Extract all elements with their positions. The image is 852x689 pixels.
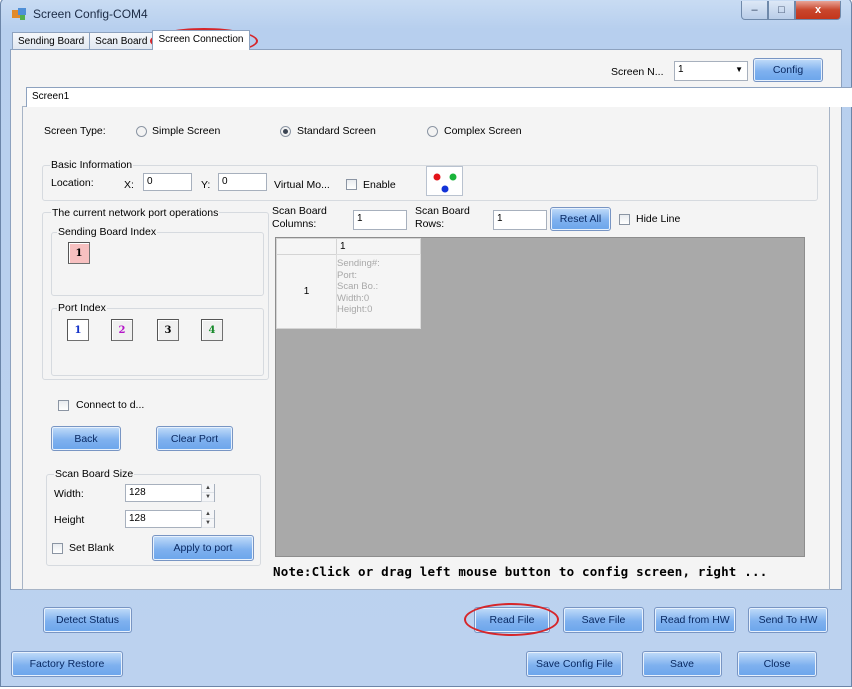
width-label: Width: [54, 488, 84, 500]
port-index-4[interactable]: 4 [201, 319, 223, 341]
screen-number-value: 1 [678, 64, 684, 75]
cell-height-label: Height:0 [337, 304, 373, 315]
hide-line-label: Hide Line [636, 213, 681, 225]
cell-port-label: Port: [337, 269, 358, 281]
grid-cell-1-1[interactable]: Sending#: Port: Scan Bo.: Width:0 Height… [336, 254, 421, 329]
read-file-button[interactable]: Read File [474, 607, 550, 633]
maximize-button[interactable]: □ [768, 1, 795, 20]
grid-column-header: 1 [336, 238, 421, 255]
save-config-file-button[interactable]: Save Config File [526, 651, 623, 677]
radio-standard-screen[interactable] [280, 126, 291, 137]
main-tabs: Sending Board Scan Board Screen Connecti… [12, 30, 250, 50]
scan-board-columns-input[interactable]: 1 [353, 210, 407, 230]
apply-to-port-button[interactable]: Apply to port [152, 535, 254, 561]
screen-number-select[interactable]: 1 ▼ [674, 61, 748, 81]
connect-label: Connect to d... [76, 399, 145, 411]
virtual-pixel-icon[interactable] [426, 166, 463, 196]
spin-up-icon[interactable]: ▲ [202, 510, 214, 519]
port-index-title: Port Index [57, 302, 107, 314]
close-button[interactable]: Close [737, 651, 817, 677]
close-window-button[interactable]: x [795, 1, 841, 20]
y-label: Y: [201, 179, 211, 191]
hide-line-checkbox[interactable] [619, 214, 630, 225]
complex-screen-label: Complex Screen [444, 125, 522, 137]
save-button[interactable]: Save [642, 651, 722, 677]
standard-screen-label: Standard Screen [297, 125, 376, 137]
scan-board-rows-input[interactable]: 1 [493, 210, 547, 230]
cell-scan-board-label: Scan Bo.: [337, 281, 379, 292]
enable-label: Enable [363, 179, 396, 191]
network-port-title: The current network port operations [51, 207, 220, 219]
simple-screen-label: Simple Screen [152, 125, 221, 137]
grid-corner [276, 238, 337, 255]
spin-up-icon[interactable]: ▲ [202, 484, 214, 493]
tab-scan-board[interactable]: Scan Board [89, 32, 154, 50]
height-spinner[interactable]: ▲ ▼ [201, 510, 214, 528]
screen-number-label: Screen N... [611, 66, 664, 78]
cell-width-label: Width:0 [337, 292, 370, 304]
location-label: Location: [51, 177, 94, 189]
spin-down-icon[interactable]: ▼ [202, 519, 214, 528]
radio-complex-screen[interactable] [427, 126, 438, 137]
factory-restore-button[interactable]: Factory Restore [11, 651, 123, 677]
back-button[interactable]: Back [51, 426, 121, 451]
scan-board-size-title: Scan Board Size [54, 468, 135, 480]
tab-sending-board[interactable]: Sending Board [12, 32, 91, 50]
clear-port-button[interactable]: Clear Port [156, 426, 233, 451]
window-title: Screen Config-COM4 [33, 7, 148, 21]
grid-row-header: 1 [276, 254, 337, 329]
set-blank-checkbox[interactable] [52, 543, 63, 554]
instruction-note: Note:Click or drag left mouse button to … [273, 564, 768, 579]
title-bar: Screen Config-COM4 – □ x [1, 0, 851, 29]
cell-sending-label: Sending#: [337, 258, 380, 269]
app-icon [12, 8, 26, 20]
config-button[interactable]: Config [753, 58, 823, 82]
save-file-button[interactable]: Save File [563, 607, 644, 633]
tab-screen-connection[interactable]: Screen Connection [152, 30, 250, 50]
rows-label-line2: Rows: [415, 218, 445, 230]
read-from-hw-button[interactable]: Read from HW [654, 607, 736, 633]
chevron-down-icon: ▼ [735, 65, 743, 74]
spin-down-icon[interactable]: ▼ [202, 493, 214, 502]
minimize-button[interactable]: – [741, 1, 768, 20]
port-index-3[interactable]: 3 [157, 319, 179, 341]
virtual-mode-label: Virtual Mo... [274, 179, 330, 191]
screen-type-label: Screen Type: [44, 125, 106, 137]
basic-information-title: Basic Information [50, 159, 134, 171]
sending-board-index-title: Sending Board Index [57, 226, 158, 238]
reset-all-button[interactable]: Reset All [550, 207, 611, 231]
columns-label-line2: Columns: [272, 218, 317, 230]
detect-status-button[interactable]: Detect Status [43, 607, 132, 633]
scan-height-input[interactable]: 128 ▲ ▼ [125, 510, 215, 528]
columns-label-line1: Scan Board [272, 205, 327, 217]
location-y-input[interactable]: 0 [218, 173, 267, 191]
rgb-dots-icon [433, 173, 457, 193]
scan-width-value: 128 [129, 487, 146, 498]
sending-board-index-1[interactable]: 1 [68, 242, 90, 264]
port-index-1[interactable]: 1 [67, 319, 89, 341]
set-blank-label: Set Blank [69, 542, 114, 554]
x-label: X: [124, 179, 134, 191]
port-index-2[interactable]: 2 [111, 319, 133, 341]
width-spinner[interactable]: ▲ ▼ [201, 484, 214, 502]
connect-checkbox[interactable] [58, 400, 69, 411]
rows-label-line1: Scan Board [415, 205, 470, 217]
screen-grid-canvas[interactable]: 1 1 Sending#: Port: Scan Bo.: Width:0 He… [275, 237, 805, 557]
height-label: Height [54, 514, 85, 526]
send-to-hw-button[interactable]: Send To HW [748, 607, 828, 633]
scan-width-input[interactable]: 128 ▲ ▼ [125, 484, 215, 502]
enable-checkbox[interactable] [346, 179, 357, 190]
tab-screen1[interactable]: Screen1 [26, 87, 852, 107]
radio-simple-screen[interactable] [136, 126, 147, 137]
scan-height-value: 128 [129, 513, 146, 524]
location-x-input[interactable]: 0 [143, 173, 192, 191]
